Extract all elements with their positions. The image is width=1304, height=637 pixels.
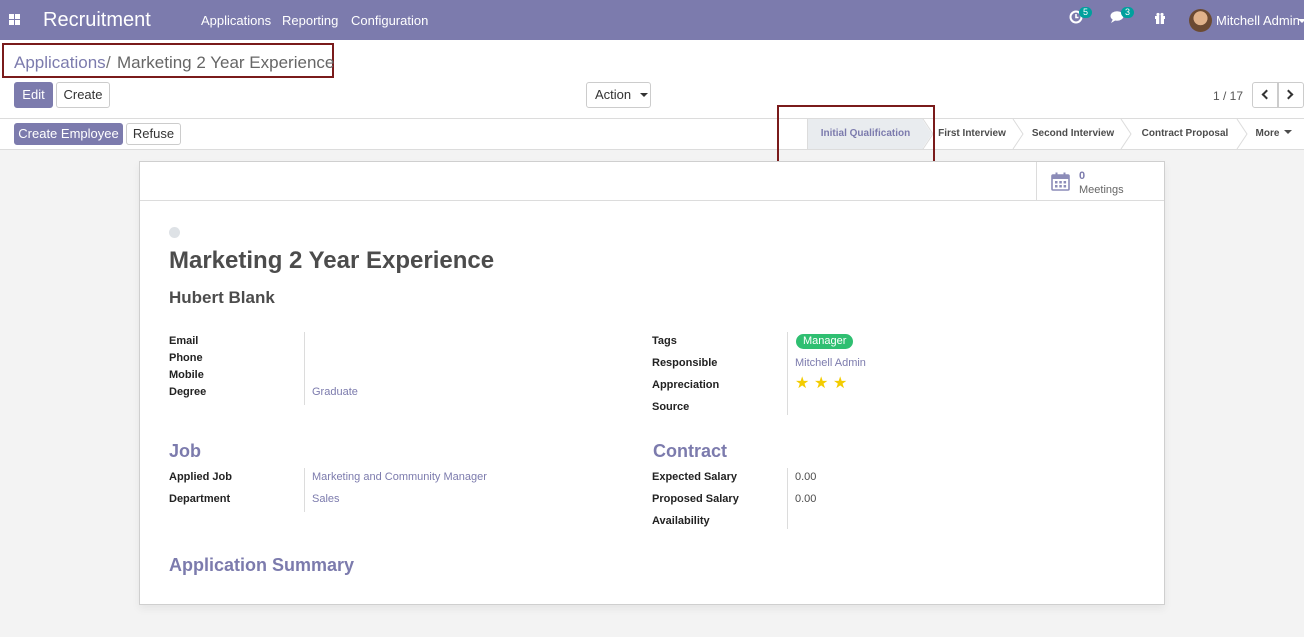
messages-count-badge: 3 [1121,7,1135,18]
stage-more-dropdown[interactable]: More [1250,119,1298,149]
department-field[interactable]: Sales [312,493,340,505]
stage-contract-proposal[interactable]: Contract Proposal [1136,119,1234,149]
meetings-count: 0 [1079,170,1086,182]
tags-label: Tags [652,335,677,347]
stage-arrow-icon [1236,119,1248,149]
create-button[interactable]: Create [56,82,110,108]
meetings-label: Meetings [1079,184,1124,196]
action-caret-icon [639,93,648,97]
more-caret-icon [1284,130,1293,134]
field-divider [304,468,305,512]
menu-applications[interactable]: Applications [201,13,271,28]
star-icon[interactable]: ★ [833,376,848,392]
breadcrumb-separator: / [106,53,111,72]
degree-label: Degree [169,386,207,398]
chevron-left-icon [1261,89,1272,100]
applied-job-label: Applied Job [169,471,232,483]
source-label: Source [652,401,690,413]
activity-icon[interactable]: 5 [1069,7,1093,27]
app-brand[interactable]: Recruitment [43,9,151,32]
breadcrumb-applications-link[interactable]: Applications [14,53,106,73]
department-label: Department [169,493,231,505]
responsible-label: Responsible [652,357,718,369]
user-avatar[interactable] [1189,9,1212,32]
meetings-smart-button[interactable]: 0 Meetings [1036,162,1164,201]
edit-button[interactable]: Edit [14,82,53,108]
refuse-button[interactable]: Refuse [126,123,181,145]
star-icon[interactable]: ★ [795,376,810,392]
expected-salary-label: Expected Salary [652,471,737,483]
star-icon[interactable]: ★ [814,376,829,392]
user-caret-icon[interactable] [1298,19,1304,23]
action-dropdown[interactable]: Action [586,82,651,108]
phone-label: Phone [169,352,203,364]
menu-reporting[interactable]: Reporting [282,13,338,28]
contract-section-title: Contract [653,441,728,461]
stage-highlight [777,105,935,164]
stage-arrow-icon [1120,119,1132,149]
top-navbar: Recruitment Applications Reporting Confi… [0,0,1304,40]
record-partner-name: Hubert Blank [169,288,275,307]
status-bar: Create Employee Refuse Initial Qualifica… [0,105,1304,164]
apps-menu-icon[interactable] [9,14,20,25]
application-summary-title: Application Summary [169,555,355,575]
gift-icon[interactable] [1154,12,1166,27]
field-divider [787,468,788,529]
menu-configuration[interactable]: Configuration [351,13,428,28]
availability-label: Availability [652,515,710,527]
field-divider [304,332,305,405]
calendar-icon [1051,172,1070,191]
field-divider [787,332,788,415]
expected-salary-field: 0.00 [795,471,817,483]
form-sheet: 0 Meetings Marketing 2 Year Experience H… [139,161,1165,605]
more-label: More [1255,128,1280,139]
appreciation-label: Appreciation [652,379,720,391]
responsible-field[interactable]: Mitchell Admin [795,357,866,369]
button-box: 0 Meetings [140,162,1164,201]
action-label: Action [595,87,632,102]
proposed-salary-label: Proposed Salary [652,493,739,505]
stage-arrow-icon [1012,119,1024,149]
messages-icon[interactable]: 3 [1110,7,1135,27]
stage-second-interview[interactable]: Second Interview [1028,119,1118,149]
proposed-salary-field: 0.00 [795,493,817,505]
chevron-right-icon [1283,89,1294,100]
job-section-title: Job [169,441,202,461]
pager-value[interactable]: 1 / 17 [1213,89,1243,103]
kanban-state-dot[interactable] [169,227,180,238]
breadcrumb-current: Marketing 2 Year Experience [117,53,335,72]
degree-field[interactable]: Graduate [312,386,358,398]
pager-previous-button[interactable] [1252,82,1278,108]
pager-next-button[interactable] [1278,82,1304,108]
email-label: Email [169,335,199,347]
activity-count-badge: 5 [1079,7,1093,18]
control-panel: Applications / Marketing 2 Year Experien… [0,40,1304,119]
tag-manager-badge[interactable]: Manager [796,334,854,349]
mobile-label: Mobile [169,369,204,381]
record-title: Marketing 2 Year Experience [169,247,495,274]
create-employee-button[interactable]: Create Employee [14,123,123,145]
user-menu[interactable]: Mitchell Admin [1216,13,1300,28]
stage-first-interview[interactable]: First Interview [934,119,1010,149]
applied-job-field[interactable]: Marketing and Community Manager [312,471,487,483]
